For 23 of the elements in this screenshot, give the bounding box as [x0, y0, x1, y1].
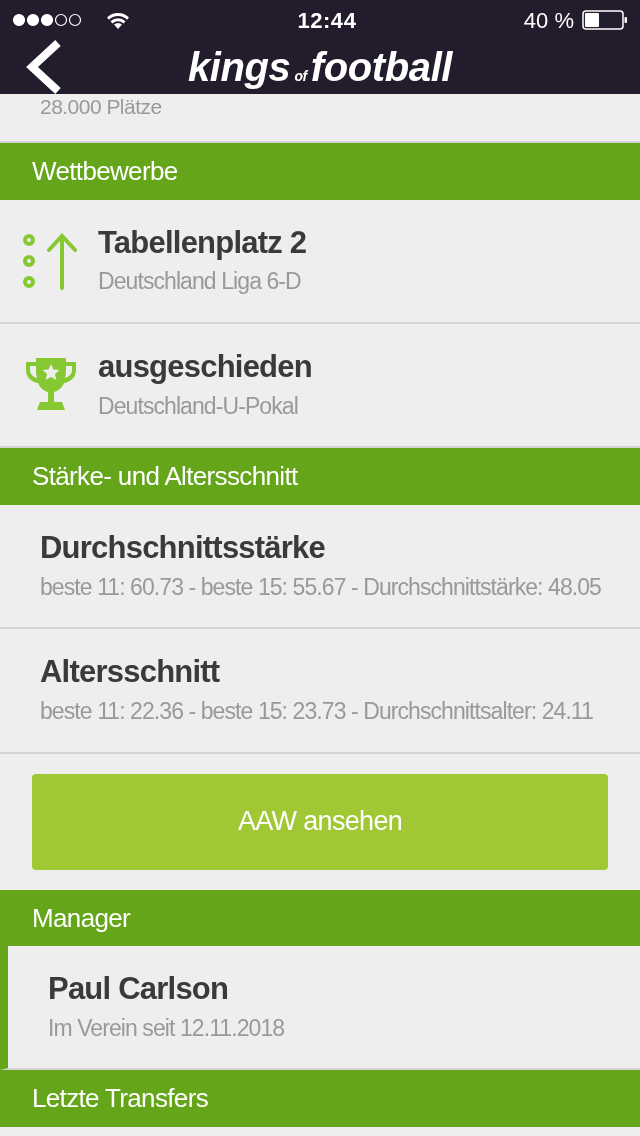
back-chevron-icon	[24, 39, 62, 95]
row-title: ausgeschieden	[98, 347, 312, 386]
row-title: Durchschnittsstärke	[40, 528, 327, 567]
row-subtitle: Deutschland Liga 6-D	[98, 267, 302, 297]
section-header: Wettbewerbe	[0, 143, 640, 200]
list-row[interactable]: Paul Carlson Im Verein seit 12.11.2018	[0, 946, 640, 1071]
row-title: Tabellenplatz 2	[98, 223, 307, 262]
battery-percent: 40 %	[523, 6, 574, 35]
row-subtitle: Deutschland-U-Pokal	[98, 391, 299, 421]
signal-icon	[12, 13, 82, 27]
row-subtitle: 28.000 Plätze	[40, 95, 162, 118]
wifi-icon	[106, 11, 130, 29]
row-subtitle: beste 11: 60.73 - beste 15: 55.67 - Durchschnittstärke: 48.05	[40, 572, 601, 602]
row-subtitle: Im Verein seit 12.11.2018	[48, 1013, 285, 1043]
battery-icon	[582, 10, 628, 30]
row-subtitle: beste 11: 22.36 - beste 15: 23.73 - Durchschnittsalter: 24.11	[40, 696, 593, 726]
row-title: Paul Carlson	[48, 970, 230, 1008]
section-header: Letzte Transfers	[0, 1070, 640, 1127]
section-header: Manager	[0, 889, 640, 946]
section-header: Stärke- und Altersschnitt	[0, 448, 640, 505]
clock-time: 12:44	[297, 6, 357, 35]
app-logo: kings of football	[187, 47, 453, 87]
row-title: Altersschnitt	[40, 653, 221, 692]
